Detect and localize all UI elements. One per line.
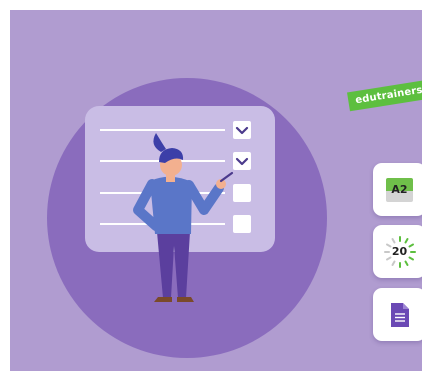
document-button[interactable]	[373, 288, 422, 341]
level-badge-label: A2	[391, 183, 408, 196]
checklist-checkbox-1	[233, 121, 251, 139]
timer-icon: 20	[383, 235, 417, 269]
checklist-illustration	[10, 10, 422, 371]
level-badge-button[interactable]: A2	[373, 163, 422, 216]
document-icon	[390, 302, 409, 327]
level-badge-icon: A2	[386, 177, 413, 202]
checklist-checkbox-2	[233, 152, 251, 170]
checklist-checkbox-3	[233, 184, 251, 202]
course-card: edutrainers A2 20	[10, 10, 422, 371]
page: edutrainers A2 20	[0, 0, 423, 371]
duration-timer-button[interactable]: 20	[373, 225, 422, 278]
timer-value: 20	[391, 245, 408, 258]
checklist-checkbox-4	[233, 215, 251, 233]
